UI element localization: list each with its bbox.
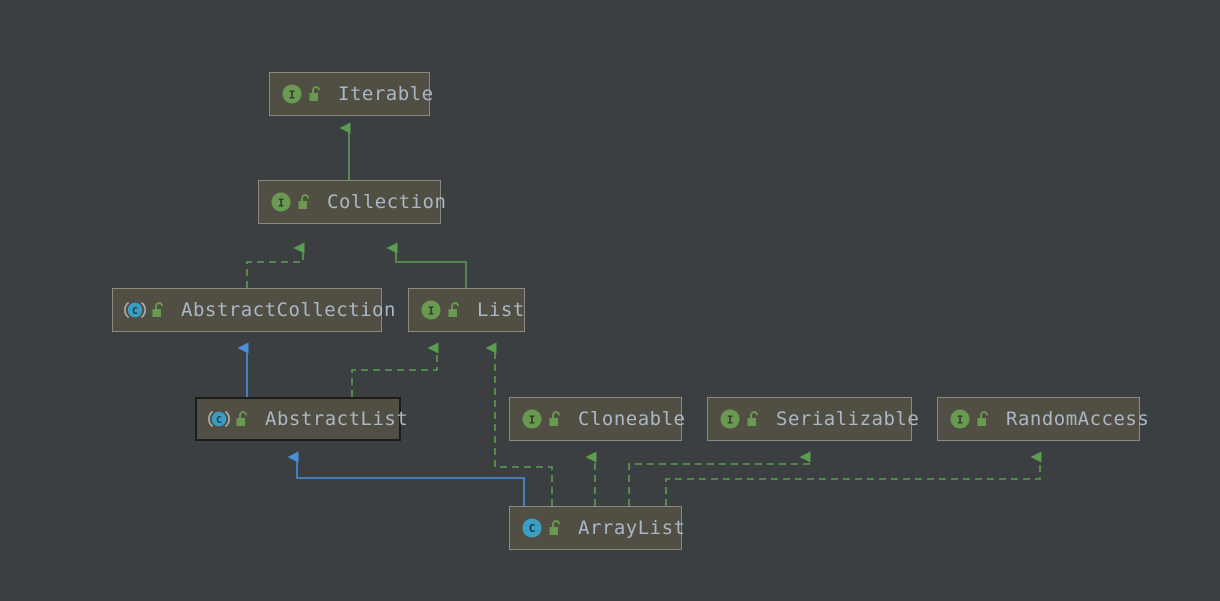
node-icons: I	[949, 408, 992, 430]
svg-text:I: I	[278, 197, 285, 210]
svg-text:I: I	[957, 414, 964, 427]
node-icons: C	[124, 299, 167, 321]
svg-text:C: C	[132, 306, 138, 317]
abstract-class-icon: C	[124, 299, 146, 321]
interface-icon: I	[521, 408, 543, 430]
node-icons: I	[420, 299, 463, 321]
unlock-icon	[307, 85, 324, 103]
abstract-class-icon: C	[208, 408, 230, 430]
node-icons: I	[270, 191, 313, 213]
node-icons: I	[719, 408, 762, 430]
svg-text:C: C	[216, 415, 222, 426]
uml-node-cloneable[interactable]: I Cloneable	[509, 397, 686, 441]
interface-icon: I	[270, 191, 292, 213]
unlock-icon	[975, 410, 992, 428]
unlock-icon	[547, 519, 564, 537]
unlock-icon	[745, 410, 762, 428]
node-label: Cloneable	[578, 407, 686, 430]
node-label: RandomAccess	[1006, 407, 1150, 430]
uml-node-abstractlist[interactable]: C AbstractList	[195, 397, 408, 441]
node-label: Serializable	[776, 407, 920, 430]
uml-node-iterable[interactable]: I Iterable	[269, 72, 433, 116]
node-icons: I	[281, 83, 324, 105]
unlock-icon	[446, 301, 463, 319]
unlock-icon	[234, 410, 251, 428]
node-icons: I	[521, 408, 564, 430]
node-label: ArrayList	[578, 516, 686, 539]
class-icon: C	[521, 517, 543, 539]
uml-node-serializable[interactable]: I Serializable	[707, 397, 919, 441]
uml-node-list[interactable]: I List	[408, 288, 525, 332]
unlock-icon	[296, 193, 313, 211]
node-label: Collection	[327, 190, 447, 213]
unlock-icon	[150, 301, 167, 319]
node-icons: C	[521, 517, 564, 539]
uml-node-abstractcollection[interactable]: C AbstractCollection	[112, 288, 395, 332]
uml-node-randomaccess[interactable]: I RandomAccess	[937, 397, 1149, 441]
svg-text:I: I	[727, 414, 734, 427]
node-label: Iterable	[338, 82, 434, 105]
node-icons: C	[208, 408, 251, 430]
node-label: AbstractCollection	[181, 298, 396, 321]
interface-icon: I	[949, 408, 971, 430]
uml-node-arraylist[interactable]: C ArrayList	[509, 506, 686, 550]
node-label: AbstractList	[265, 407, 409, 430]
uml-class-diagram: I Iterable I Collection C AbstractCollec…	[0, 0, 1220, 601]
interface-icon: I	[420, 299, 442, 321]
svg-text:I: I	[289, 89, 296, 102]
uml-node-collection[interactable]: I Collection	[258, 180, 446, 224]
unlock-icon	[547, 410, 564, 428]
node-label: List	[477, 298, 525, 321]
node-layer: I Iterable I Collection C AbstractCollec…	[0, 0, 1220, 601]
svg-text:I: I	[529, 414, 536, 427]
interface-icon: I	[281, 83, 303, 105]
svg-text:I: I	[428, 305, 435, 318]
interface-icon: I	[719, 408, 741, 430]
svg-text:C: C	[529, 522, 536, 535]
